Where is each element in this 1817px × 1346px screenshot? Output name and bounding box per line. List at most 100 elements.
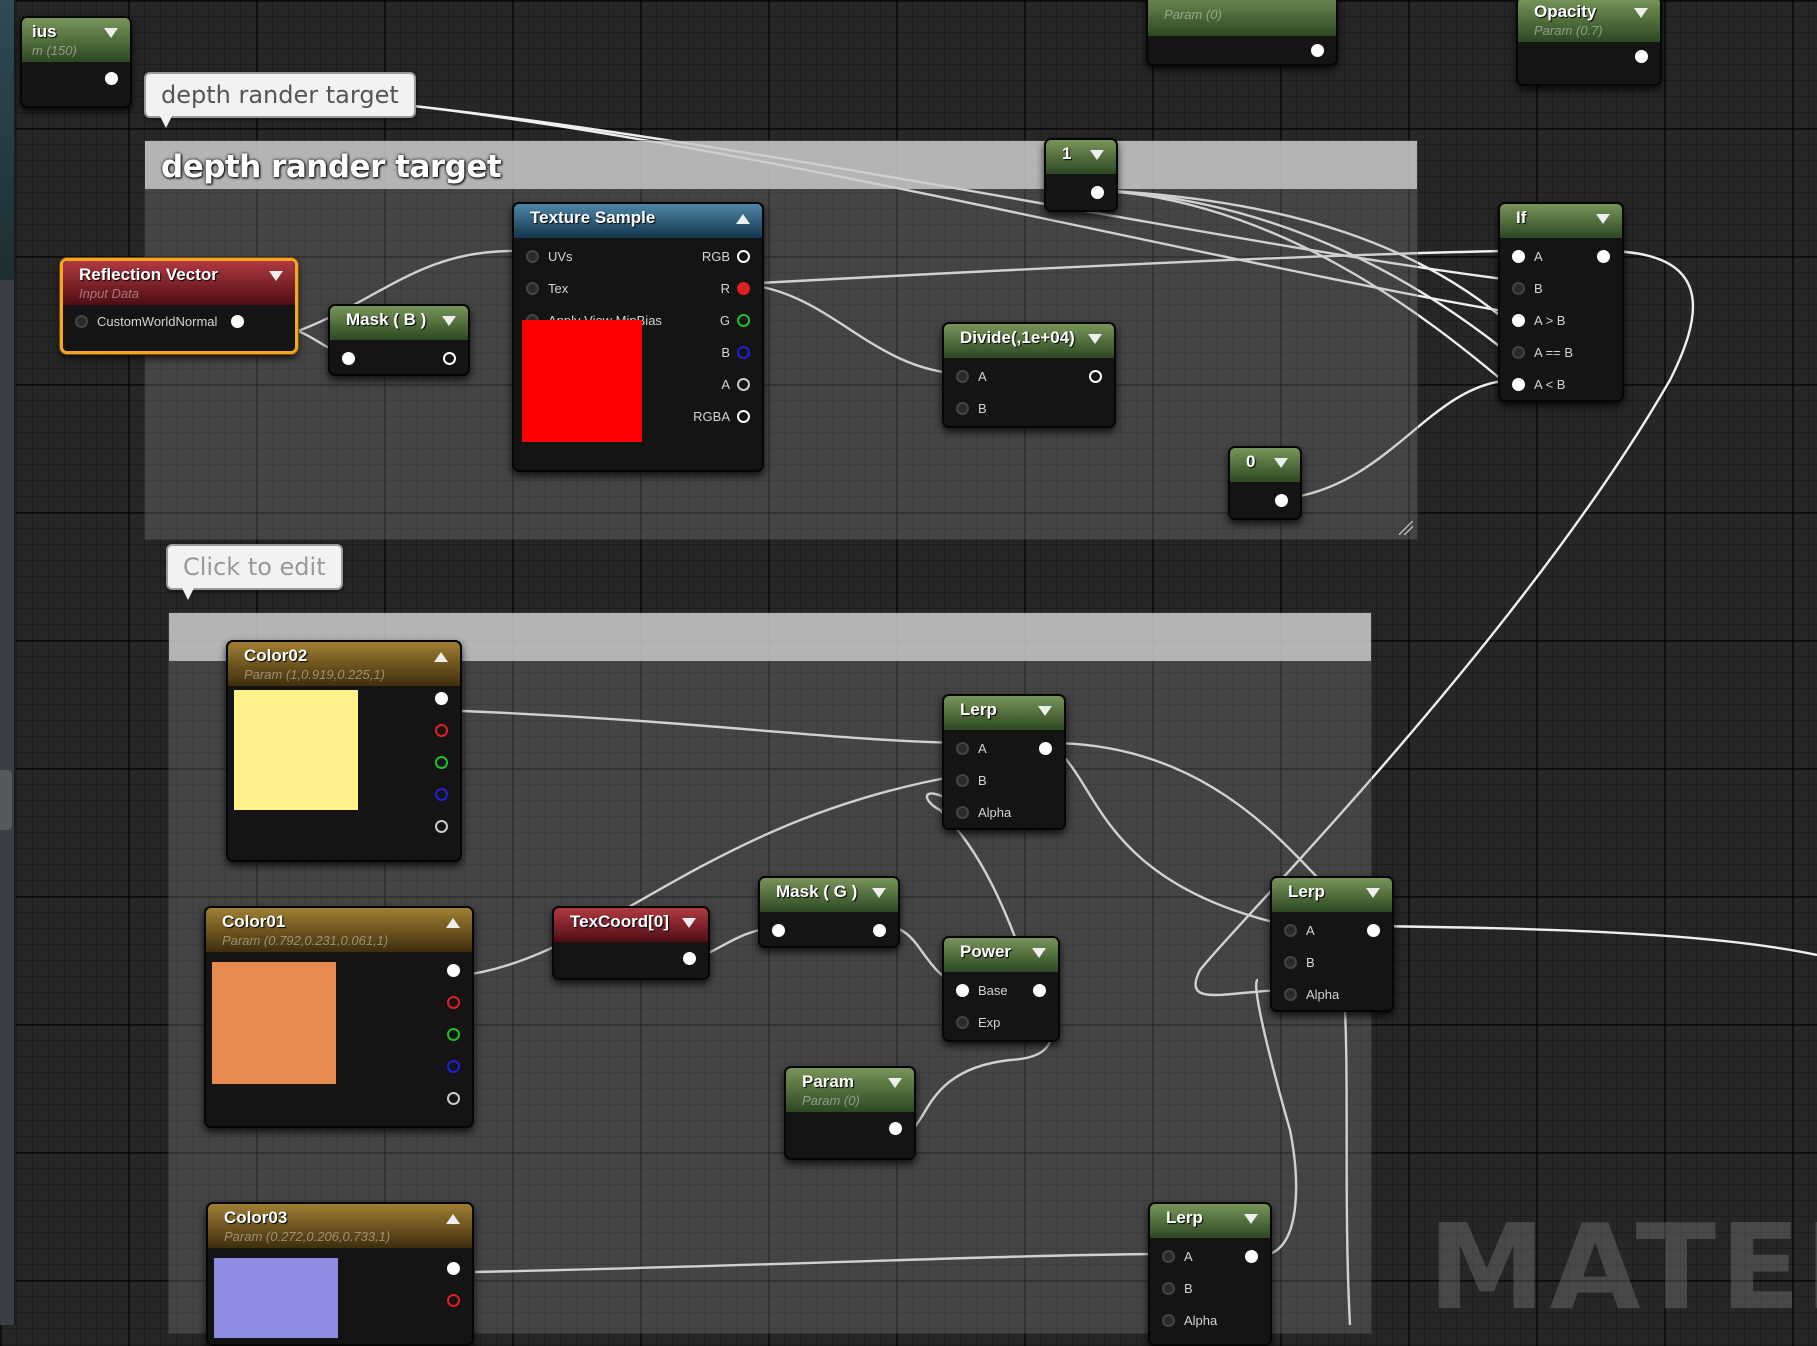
output-pin-icon[interactable] <box>737 377 750 391</box>
collapse-arrow-icon[interactable] <box>1634 8 1648 18</box>
input-pin-alpha[interactable]: Alpha <box>1162 1310 1217 1330</box>
input-pin-b[interactable]: B <box>1512 278 1543 298</box>
output-pin-r[interactable] <box>447 992 460 1012</box>
collapse-arrow-icon[interactable] <box>1596 214 1610 224</box>
output-pin-row[interactable] <box>1597 246 1610 266</box>
input-pin-b[interactable]: B <box>1284 952 1315 972</box>
input-pin-icon[interactable] <box>1512 281 1525 295</box>
output-pin-icon[interactable] <box>443 351 456 365</box>
node-texture-sample[interactable]: Texture Sample UVs Tex Apply View MipBia… <box>512 202 764 472</box>
node-header[interactable]: 0 <box>1230 448 1300 482</box>
output-pin-a[interactable] <box>447 1088 460 1108</box>
output-pin-row[interactable] <box>1367 920 1380 940</box>
output-pin-r[interactable] <box>447 1290 460 1310</box>
input-pin-icon[interactable] <box>1284 987 1297 1001</box>
collapse-arrow-icon[interactable] <box>1274 458 1288 468</box>
output-pin-icon[interactable] <box>435 819 448 833</box>
node-header[interactable]: Param (0) <box>1148 0 1336 36</box>
collapse-arrow-icon[interactable] <box>446 918 460 928</box>
output-pin-row[interactable] <box>873 920 886 940</box>
output-pin-icon[interactable] <box>435 723 448 737</box>
node-mask-b[interactable]: Mask ( B ) <box>328 304 470 376</box>
input-pin-icon[interactable] <box>1162 1249 1175 1263</box>
output-pin-row[interactable] <box>1635 46 1648 66</box>
collapse-arrow-icon[interactable] <box>446 1214 460 1224</box>
node-header[interactable]: Color01 Param (0.792,0.231,0.061,1) <box>206 908 472 952</box>
comment-header[interactable]: depth rander target <box>145 141 1417 189</box>
output-pin-rgb[interactable]: RGB <box>702 246 750 266</box>
output-pin-row[interactable] <box>1275 490 1288 510</box>
input-pin-icon[interactable] <box>772 923 785 937</box>
input-pin-icon[interactable] <box>956 983 969 997</box>
panel-collapse-tab[interactable] <box>0 770 12 830</box>
output-pin-icon[interactable] <box>1245 1249 1258 1263</box>
input-pin-icon[interactable] <box>956 401 969 415</box>
node-header[interactable]: Divide(,1e+04) <box>944 324 1114 358</box>
collapse-arrow-icon[interactable] <box>434 652 448 662</box>
input-pin-a-equals-b[interactable]: A == B <box>1512 342 1573 362</box>
output-pin-icon[interactable] <box>447 1027 460 1041</box>
input-pin-icon[interactable] <box>1512 377 1525 391</box>
input-pin-icon[interactable] <box>1512 313 1525 327</box>
output-pin-icon[interactable] <box>1635 49 1648 63</box>
node-power[interactable]: Power Base Exp <box>942 936 1060 1042</box>
node-color02[interactable]: Color02 Param (1,0.919,0.225,1) <box>226 640 462 862</box>
collapse-arrow-icon[interactable] <box>442 316 456 326</box>
input-pin-base[interactable]: Base <box>956 980 1008 1000</box>
input-pin-a-less-b[interactable]: A < B <box>1512 374 1565 394</box>
node-header[interactable]: Lerp <box>1150 1204 1270 1238</box>
collapse-arrow-icon[interactable] <box>872 888 886 898</box>
input-pin-icon[interactable] <box>1512 345 1525 359</box>
input-pin-icon[interactable] <box>75 314 88 328</box>
output-pin-a[interactable] <box>435 816 448 836</box>
collapse-arrow-icon[interactable] <box>104 28 118 38</box>
output-pin-g[interactable] <box>447 1024 460 1044</box>
node-lerp-3[interactable]: Lerp A B Alpha <box>1148 1202 1272 1346</box>
output-pin-r[interactable]: R <box>721 278 750 298</box>
node-divide[interactable]: Divide(,1e+04) A B <box>942 322 1116 428</box>
output-pin-icon[interactable] <box>435 787 448 801</box>
output-pin-row[interactable] <box>1091 182 1104 202</box>
output-pin-b[interactable] <box>447 1056 460 1076</box>
input-pin-exp[interactable]: Exp <box>956 1012 1000 1032</box>
output-pin-g[interactable]: G <box>720 310 750 330</box>
node-header[interactable]: Reflection Vector Input Data <box>63 261 295 305</box>
collapse-arrow-icon[interactable] <box>269 271 283 281</box>
input-pin-b[interactable]: B <box>956 770 987 790</box>
input-pin-a[interactable]: A <box>956 366 987 386</box>
input-pin-alpha[interactable]: Alpha <box>956 802 1011 822</box>
output-pin-a[interactable]: A <box>721 374 750 394</box>
node-reflection-vector[interactable]: Reflection Vector Input Data CustomWorld… <box>60 258 298 354</box>
input-pin-icon[interactable] <box>956 369 969 383</box>
output-pin-row[interactable] <box>1039 738 1052 758</box>
input-pin-icon[interactable] <box>1512 249 1525 263</box>
input-pin-icon[interactable] <box>526 249 539 263</box>
output-pin-icon[interactable] <box>1089 369 1102 383</box>
output-pin-g[interactable] <box>435 752 448 772</box>
output-pin-b[interactable] <box>435 784 448 804</box>
output-pin-icon[interactable] <box>683 951 696 965</box>
output-pin-icon[interactable] <box>435 755 448 769</box>
node-header[interactable]: Texture Sample <box>514 204 762 238</box>
node-header[interactable]: 1 <box>1046 140 1116 174</box>
node-param[interactable]: Param Param (0) <box>784 1066 916 1160</box>
output-pin-icon[interactable] <box>1039 741 1052 755</box>
resize-handle[interactable] <box>1399 521 1413 535</box>
node-header[interactable]: Color03 Param (0.272,0.206,0.733,1) <box>208 1204 472 1248</box>
collapse-arrow-icon[interactable] <box>1038 706 1052 716</box>
node-header[interactable]: Param Param (0) <box>786 1068 914 1112</box>
input-pin-row[interactable] <box>342 348 355 368</box>
collapse-arrow-icon[interactable] <box>1088 334 1102 344</box>
input-pin-icon[interactable] <box>1162 1281 1175 1295</box>
node-header[interactable]: Color02 Param (1,0.919,0.225,1) <box>228 642 460 686</box>
collapse-arrow-icon[interactable] <box>682 918 696 928</box>
output-pin-row[interactable] <box>105 68 118 88</box>
input-pin-icon[interactable] <box>1284 955 1297 969</box>
input-pin-a-greater-b[interactable]: A > B <box>1512 310 1565 330</box>
collapse-arrow-icon[interactable] <box>1366 888 1380 898</box>
output-pin-rgba[interactable]: RGBA <box>693 406 750 426</box>
output-pin-icon[interactable] <box>1091 185 1104 199</box>
output-pin-row[interactable] <box>683 948 696 968</box>
output-pin-row[interactable] <box>1311 40 1324 60</box>
input-pin-b[interactable]: B <box>956 398 987 418</box>
